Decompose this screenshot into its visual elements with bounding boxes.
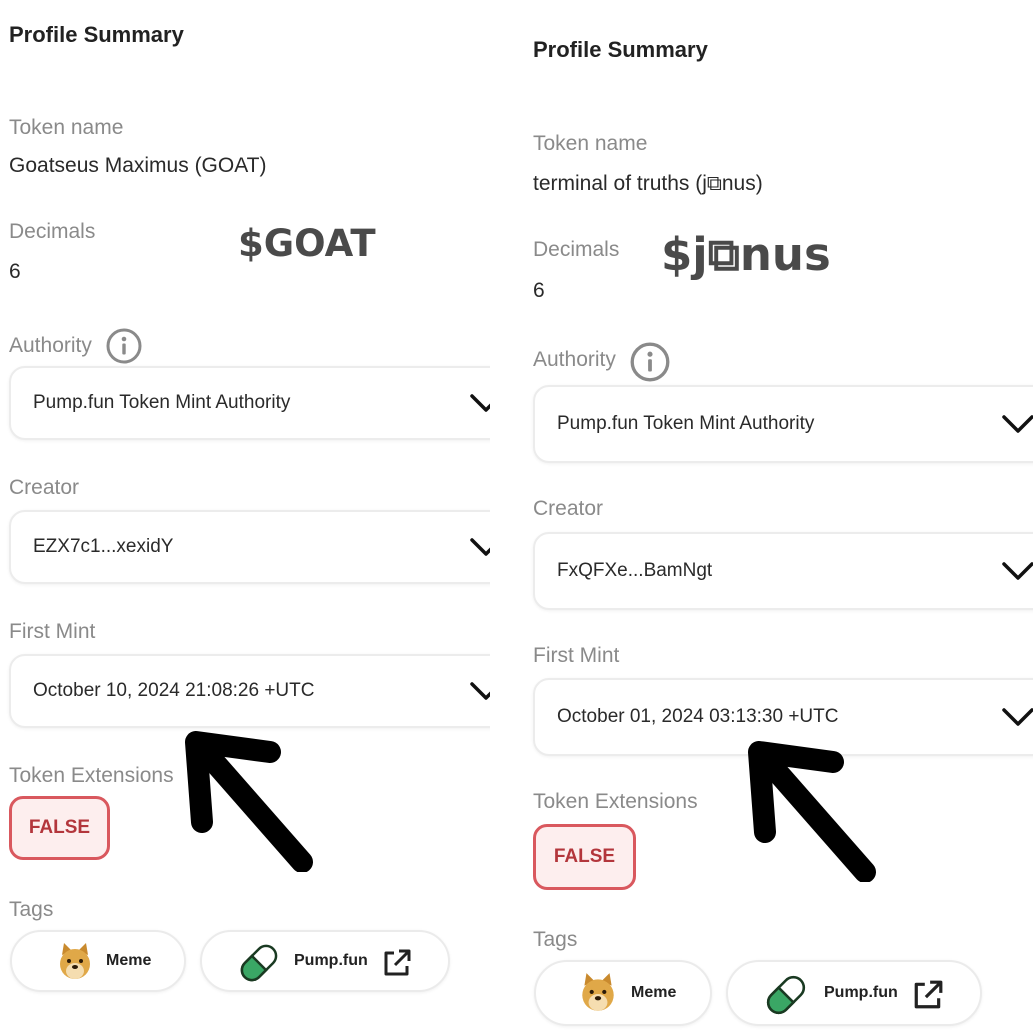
pill-icon xyxy=(766,975,806,1015)
first-mint-label: First Mint xyxy=(9,620,96,643)
first-mint-label: First Mint xyxy=(533,644,620,667)
chevron-down-icon xyxy=(470,538,490,556)
token-name-value: terminal of truths (j⧉nus) xyxy=(533,172,763,195)
creator-label: Creator xyxy=(533,497,604,520)
token-extensions-label: Token Extensions xyxy=(9,764,174,787)
tags-label: Tags xyxy=(9,898,54,921)
first-mint-dropdown[interactable]: October 10, 2024 21:08:26 +UTC xyxy=(9,654,490,728)
token-name-label: Token name xyxy=(533,132,648,155)
chevron-down-icon xyxy=(470,394,490,412)
token-extensions-label: Token Extensions xyxy=(533,790,698,813)
tag-label: Meme xyxy=(631,984,677,1001)
creator-value: FxQFXe...BamNgt xyxy=(557,560,713,581)
tag-label: Pump.fun xyxy=(824,984,898,1001)
authority-label: Authority xyxy=(9,334,92,357)
arrow-annotation xyxy=(748,741,876,882)
tag-label: Pump.fun xyxy=(294,952,368,969)
ticker-overlay: $GOAT xyxy=(238,222,376,265)
profile-summary-panel-goat: Profile Summary Token name Goatseus Maxi… xyxy=(0,0,490,1033)
panel-title: Profile Summary xyxy=(9,22,184,47)
decimals-label: Decimals xyxy=(9,220,96,243)
doge-icon xyxy=(60,943,90,979)
token-name-label: Token name xyxy=(9,116,124,139)
doge-icon xyxy=(582,973,614,1011)
authority-label-row: Authority xyxy=(533,342,670,382)
pill-icon xyxy=(240,944,278,982)
decimals-value: 6 xyxy=(9,260,21,283)
token-extensions-badge: FALSE xyxy=(9,796,110,860)
decimals-label: Decimals xyxy=(533,238,620,261)
external-link-icon[interactable] xyxy=(912,979,944,1011)
chevron-down-icon xyxy=(1002,415,1033,433)
authority-label-row: Authority xyxy=(9,328,142,364)
token-extensions-badge: FALSE xyxy=(533,824,636,890)
authority-label: Authority xyxy=(533,348,616,371)
creator-dropdown[interactable]: EZX7c1...xexidY xyxy=(9,510,490,584)
authority-dropdown[interactable]: Pump.fun Token Mint Authority xyxy=(533,385,1033,463)
ticker-overlay: $j⧉nus xyxy=(661,228,831,281)
external-link-icon[interactable] xyxy=(382,948,412,978)
arrow-annotation xyxy=(185,731,313,872)
panel-title: Profile Summary xyxy=(533,37,708,62)
tag-label: Meme xyxy=(106,952,152,969)
first-mint-value: October 10, 2024 21:08:26 +UTC xyxy=(33,680,315,701)
authority-dropdown[interactable]: Pump.fun Token Mint Authority xyxy=(9,366,490,440)
info-icon[interactable] xyxy=(106,328,142,364)
tags-label: Tags xyxy=(533,928,578,951)
decimals-value: 6 xyxy=(533,279,545,302)
creator-dropdown[interactable]: FxQFXe...BamNgt xyxy=(533,532,1033,610)
tag-meme[interactable]: Meme xyxy=(10,930,186,992)
first-mint-value: October 01, 2024 03:13:30 +UTC xyxy=(557,706,839,727)
chevron-down-icon xyxy=(1002,562,1033,580)
tag-pumpfun[interactable]: Pump.fun xyxy=(726,960,982,1026)
creator-value: EZX7c1...xexidY xyxy=(33,536,174,557)
chevron-down-icon xyxy=(470,682,490,700)
token-name-value: Goatseus Maximus (GOAT) xyxy=(9,154,267,177)
chevron-down-icon xyxy=(1002,708,1033,726)
authority-value: Pump.fun Token Mint Authority xyxy=(557,413,815,434)
authority-value: Pump.fun Token Mint Authority xyxy=(33,392,291,413)
creator-label: Creator xyxy=(9,476,80,499)
tag-pumpfun[interactable]: Pump.fun xyxy=(200,930,450,992)
tag-meme[interactable]: Meme xyxy=(534,960,712,1026)
info-icon[interactable] xyxy=(630,342,670,382)
profile-summary-panel-janus: Profile Summary Token name terminal of t… xyxy=(515,0,1033,1033)
